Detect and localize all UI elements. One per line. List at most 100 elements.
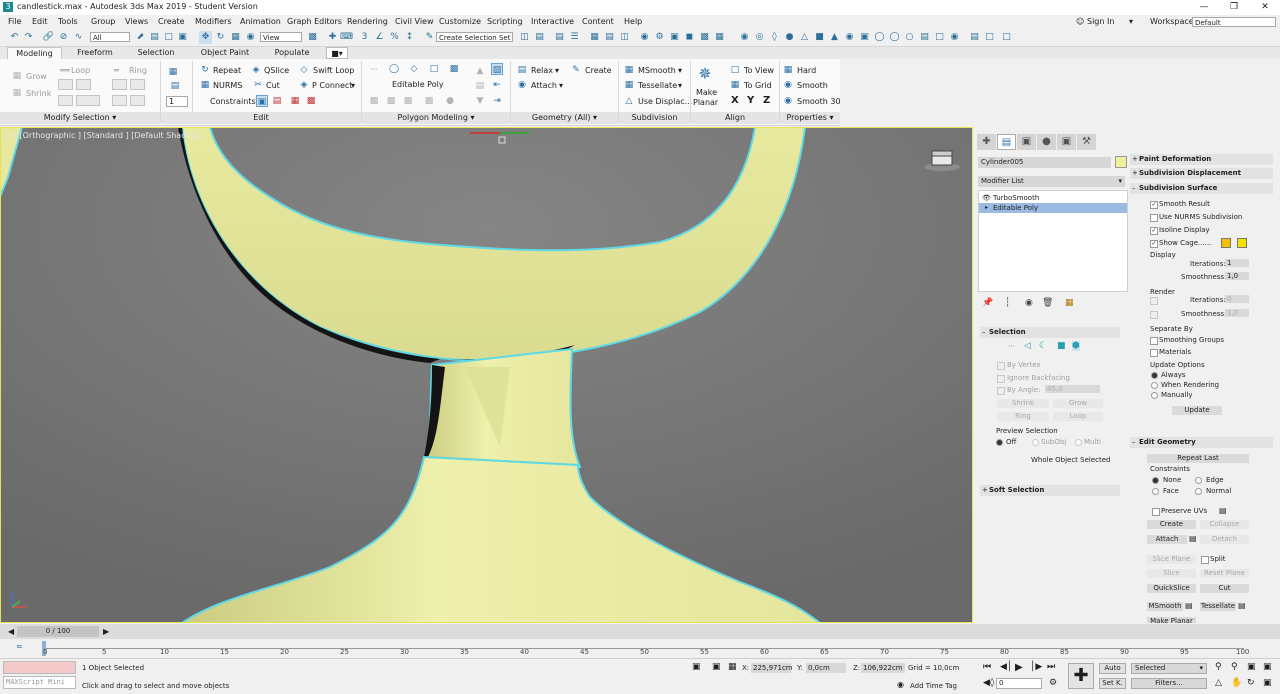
key-filters-button[interactable]: Filters... (1131, 678, 1207, 689)
tab-modeling[interactable]: Modeling (7, 47, 62, 59)
snap-tool-13-icon[interactable]: ▤ (918, 31, 931, 44)
absolute-mode-icon[interactable]: ▦ (728, 662, 737, 672)
polygon-mode-icon[interactable]: □ (428, 63, 440, 75)
cage-color-2-swatch[interactable] (1237, 238, 1247, 248)
subdivision-panel-label[interactable]: Subdivision (619, 112, 690, 124)
quickslice-button[interactable]: QuickSlice (1147, 584, 1196, 593)
tab-freeform[interactable]: Freeform (70, 47, 120, 59)
element-mode-icon[interactable]: ▩ (448, 63, 460, 75)
make-planar-label-2[interactable]: Planar (693, 98, 718, 107)
tessellate-button[interactable]: Tessellate (638, 81, 677, 90)
render-smoothness-spinner[interactable]: 1,0 (1225, 309, 1249, 317)
relax-icon[interactable]: ▤ (516, 64, 528, 76)
pm-tool-1-icon[interactable]: ▩ (368, 95, 380, 107)
soft-selection-rollout-header[interactable]: Soft Selection (980, 485, 1120, 496)
manipulate-icon[interactable]: ✚ (326, 31, 339, 44)
snap-tool-1-icon[interactable]: ◉ (738, 31, 751, 44)
tessellate-icon[interactable]: ▦ (623, 79, 635, 91)
menu-create[interactable]: Create (158, 17, 185, 26)
viewport-scene[interactable] (0, 127, 973, 623)
modifier-list-dropdown[interactable]: Modifier List ▾ (978, 176, 1125, 187)
set-key-button[interactable]: Set K. (1099, 678, 1126, 689)
zoom-icon[interactable]: ⚲ (1215, 662, 1222, 672)
show-end-result-panel-icon[interactable]: ┆ (1005, 298, 1010, 308)
reset-plane-button[interactable]: Reset Plane (1200, 569, 1249, 578)
display-tab-icon[interactable]: ▣ (1057, 134, 1076, 150)
to-view-icon[interactable]: □ (729, 64, 741, 76)
next-frame-icon[interactable]: │▶ (1030, 662, 1042, 672)
slice-plane-button[interactable]: Slice Plane (1147, 555, 1196, 564)
minimize-button[interactable]: — (1189, 0, 1219, 15)
constraint-face-icon[interactable]: ▦ (289, 95, 301, 107)
y-coordinate-field[interactable]: 0,0cm (806, 663, 846, 673)
key-filter-dropdown[interactable]: Selected ▾ (1131, 663, 1207, 674)
field-of-view-icon[interactable]: △ (1215, 678, 1222, 688)
ribbon-options-button[interactable]: ■▾ (326, 47, 348, 59)
menu-graph-editors[interactable]: Graph Editors (287, 17, 342, 26)
pm-side-1-icon[interactable]: ▲ (474, 65, 486, 77)
update-manually-radio[interactable] (1151, 392, 1158, 399)
schematic-view-icon[interactable]: ◫ (618, 31, 631, 44)
geometry-panel-label[interactable]: Geometry (All) ▾ (511, 112, 618, 124)
rendered-frame-icon[interactable]: ▣ (668, 31, 681, 44)
preview-multi-radio[interactable] (1075, 439, 1082, 446)
modify-tab-icon[interactable]: ▤ (997, 134, 1016, 150)
smooth-icon[interactable]: ◉ (782, 79, 794, 91)
stack-item-editable-poly-row[interactable]: ▸ Editable Poly (979, 203, 1127, 213)
time-config-icon[interactable]: ⚙ (1049, 678, 1057, 688)
constraint-edge-icon[interactable]: ▤ (271, 95, 283, 107)
use-displacement-icon[interactable]: △ (623, 95, 635, 107)
shrink-button[interactable]: Shrink (26, 89, 51, 98)
make-planar-geom-button[interactable]: Make Planar (1147, 617, 1196, 623)
snap-tool-14-icon[interactable]: □ (933, 31, 946, 44)
snap-tool-11-icon[interactable]: ◯ (888, 31, 901, 44)
constraint-none-icon[interactable]: ▣ (256, 95, 268, 107)
detach-button[interactable]: Detach (1200, 535, 1249, 544)
modifier-stack[interactable]: 👁 TurboSmooth ▸ Editable Poly (978, 190, 1128, 292)
smooth-30-icon[interactable]: ◉ (782, 95, 794, 107)
modify-selection-spinner[interactable]: 1 (166, 96, 188, 107)
properties-panel-label[interactable]: Properties ▾ (780, 112, 840, 124)
orbit-icon[interactable]: ↻ (1247, 678, 1255, 688)
pconnect-icon[interactable]: ◈ (298, 79, 310, 91)
tessellate-dropdown-icon[interactable]: ▾ (678, 81, 682, 90)
create-tab-icon[interactable]: ✚ (977, 134, 996, 150)
repeat-last-button[interactable]: Repeat Last (1147, 454, 1249, 463)
update-when-rendering-radio[interactable] (1151, 382, 1158, 389)
undo-icon[interactable]: ↶ (8, 31, 21, 44)
render-activeshade-icon[interactable]: ▦ (713, 31, 726, 44)
redo-icon[interactable]: ↷ (22, 31, 35, 44)
menu-content[interactable]: Content (582, 17, 614, 26)
keyboard-shortcut-icon[interactable]: ⌨ (340, 31, 353, 44)
pan-icon[interactable]: ✋ (1231, 678, 1242, 688)
attach-list-icon[interactable]: ▤ (1189, 534, 1197, 543)
sel-element-icon[interactable]: ⬢ (1072, 341, 1080, 351)
preview-subobj-radio[interactable] (1032, 439, 1039, 446)
vertex-mode-icon[interactable]: ⋯ (368, 63, 380, 75)
tessellate-geom-button[interactable]: Tessellate (1200, 602, 1236, 611)
cut-geom-button[interactable]: Cut (1200, 584, 1249, 593)
snap-tool-15-icon[interactable]: ◉ (948, 31, 961, 44)
to-view-button[interactable]: To View (744, 66, 774, 75)
cut-button[interactable]: Cut (266, 81, 280, 90)
isolate-selection-icon[interactable]: ▣ (692, 662, 701, 672)
paint-deformation-header[interactable]: Paint Deformation (1130, 154, 1273, 165)
workspace-dropdown[interactable]: Default (1192, 17, 1276, 27)
rotate-icon[interactable]: ↻ (214, 31, 227, 44)
constraint-face-radio[interactable] (1152, 488, 1159, 495)
msmooth-dropdown-icon[interactable]: ▾ (678, 66, 682, 75)
toggle-ribbon-icon[interactable]: ▦ (588, 31, 601, 44)
loop-button[interactable]: Loop (71, 66, 90, 75)
named-selection-dropdown[interactable]: Create Selection Set (436, 32, 513, 42)
set-key-icon[interactable]: ✚ (1068, 663, 1094, 689)
constraint-normal-radio[interactable] (1195, 488, 1202, 495)
link-icon[interactable]: 🔗 (42, 31, 55, 44)
ring-shift-4-button[interactable] (130, 95, 145, 106)
to-grid-icon[interactable]: ▦ (729, 79, 741, 91)
maxscript-listener-top[interactable] (3, 661, 76, 674)
preserve-uvs-settings-icon[interactable]: ▤ (1219, 506, 1227, 515)
edit-named-selection-icon[interactable]: ✎ (423, 31, 436, 44)
attach-dropdown-icon[interactable]: ▾ (559, 81, 563, 90)
align-icon[interactable]: ▤ (533, 31, 546, 44)
time-next-icon[interactable]: ▶ (103, 627, 109, 636)
